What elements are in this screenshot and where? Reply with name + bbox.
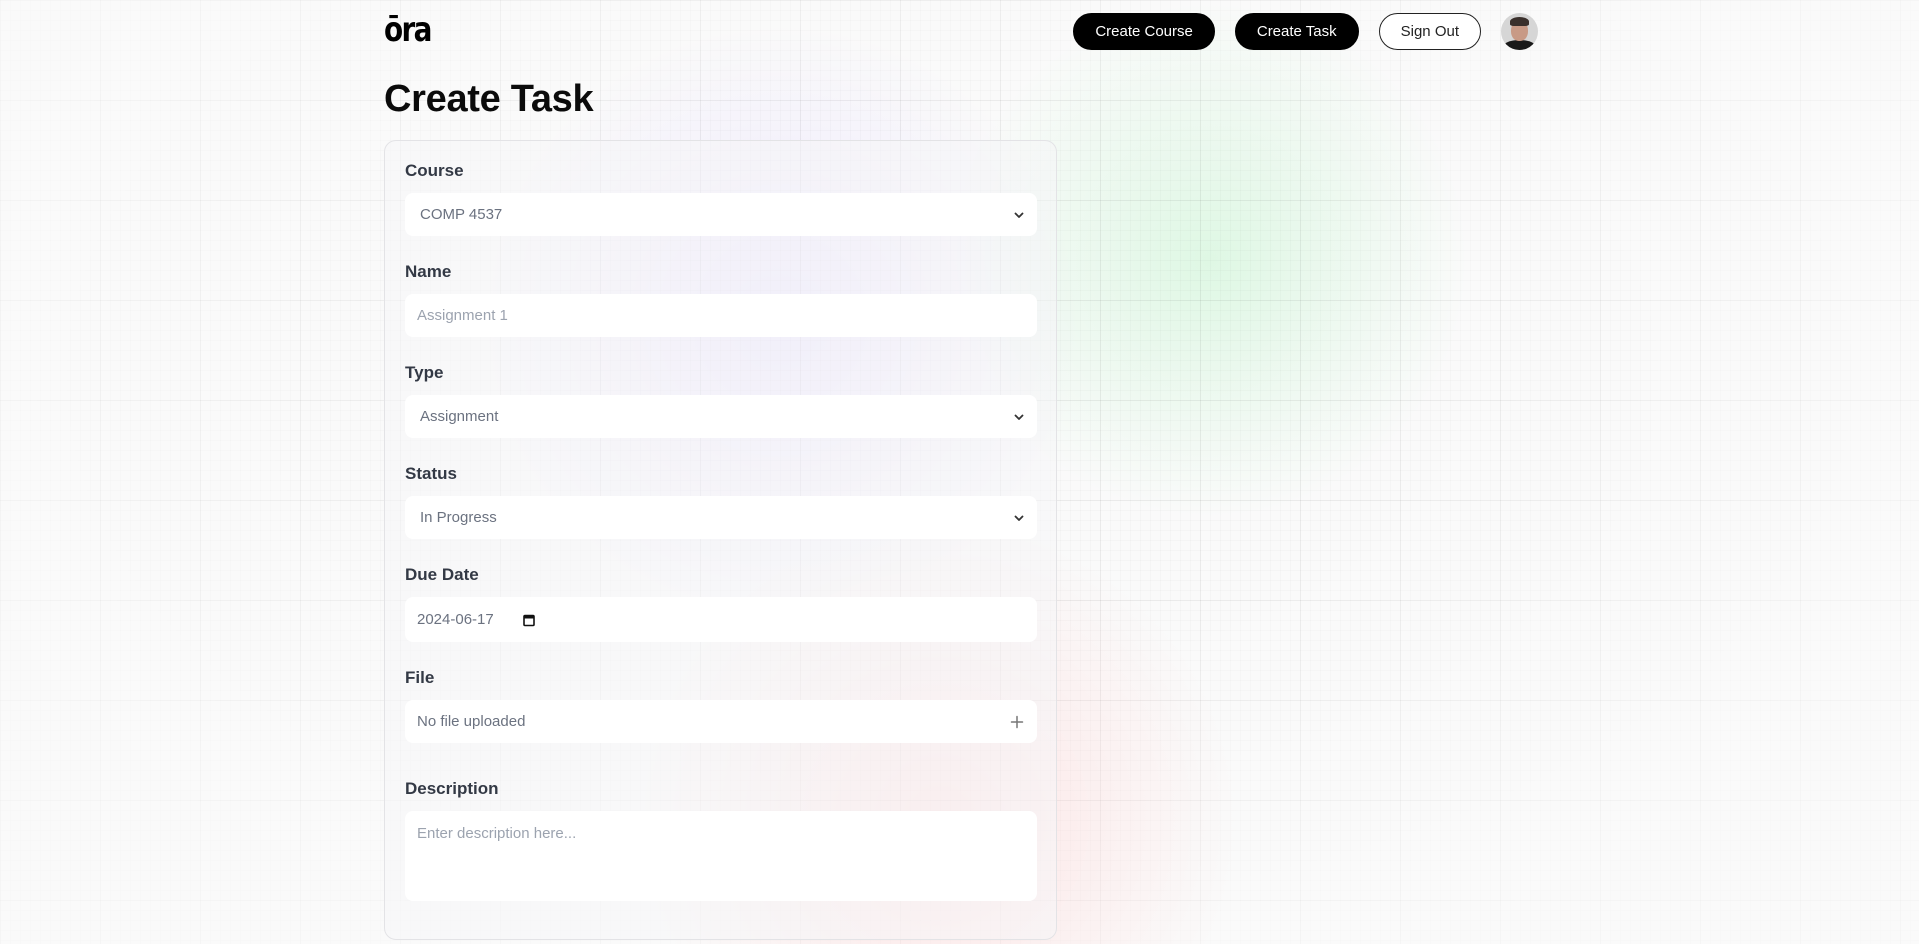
- description-placeholder: Enter description here...: [417, 825, 577, 842]
- page-container: ōra Create Course Create Task Sign Out C…: [384, 0, 1538, 940]
- file-upload[interactable]: No file uploaded: [405, 700, 1037, 743]
- top-nav: Create Course Create Task Sign Out: [1073, 12, 1538, 50]
- due-date-label: Due Date: [405, 565, 479, 584]
- name-field: Name Assignment 1: [405, 262, 1037, 337]
- calendar-icon[interactable]: [522, 613, 536, 627]
- chevron-down-icon: [1014, 414, 1024, 420]
- course-select[interactable]: COMP 4537: [405, 193, 1037, 236]
- plus-icon[interactable]: [1009, 714, 1025, 730]
- status-select-value: In Progress: [420, 509, 497, 526]
- page-title: Create Task: [384, 78, 594, 120]
- chevron-down-icon: [1014, 212, 1024, 218]
- create-task-button[interactable]: Create Task: [1234, 12, 1359, 50]
- avatar-hair: [1510, 16, 1529, 26]
- course-select-value: COMP 4537: [420, 206, 503, 223]
- logo[interactable]: ōra: [384, 13, 432, 47]
- sign-out-button[interactable]: Sign Out: [1378, 12, 1481, 50]
- due-date-field: Due Date 2024-06-17: [405, 565, 1037, 642]
- name-input[interactable]: Assignment 1: [405, 294, 1037, 337]
- top-bar: ōra Create Course Create Task Sign Out: [384, 0, 1538, 62]
- file-label: File: [405, 668, 435, 687]
- chevron-down-icon: [1014, 515, 1024, 521]
- name-input-placeholder: Assignment 1: [417, 307, 508, 324]
- file-field: File No file uploaded: [405, 668, 1037, 743]
- user-avatar[interactable]: [1501, 12, 1538, 50]
- due-date-input[interactable]: 2024-06-17: [405, 597, 1037, 642]
- description-label: Description: [405, 779, 499, 798]
- status-field: Status In Progress: [405, 464, 1037, 539]
- course-field: Course COMP 4537: [405, 161, 1037, 236]
- create-course-button[interactable]: Create Course: [1073, 12, 1215, 50]
- avatar-shirt: [1503, 39, 1536, 50]
- status-label: Status: [405, 464, 457, 483]
- create-task-form: Course COMP 4537 Name Assignment 1 Type …: [384, 140, 1057, 940]
- description-textarea[interactable]: Enter description here...: [405, 811, 1037, 901]
- name-label: Name: [405, 262, 452, 281]
- course-label: Course: [405, 161, 464, 180]
- type-select-value: Assignment: [420, 408, 499, 425]
- description-field: Description Enter description here...: [405, 779, 1037, 901]
- type-field: Type Assignment: [405, 363, 1037, 438]
- file-upload-status: No file uploaded: [417, 713, 526, 730]
- due-date-value: 2024-06-17: [417, 611, 494, 628]
- type-label: Type: [405, 363, 444, 382]
- type-select[interactable]: Assignment: [405, 395, 1037, 438]
- status-select[interactable]: In Progress: [405, 496, 1037, 539]
